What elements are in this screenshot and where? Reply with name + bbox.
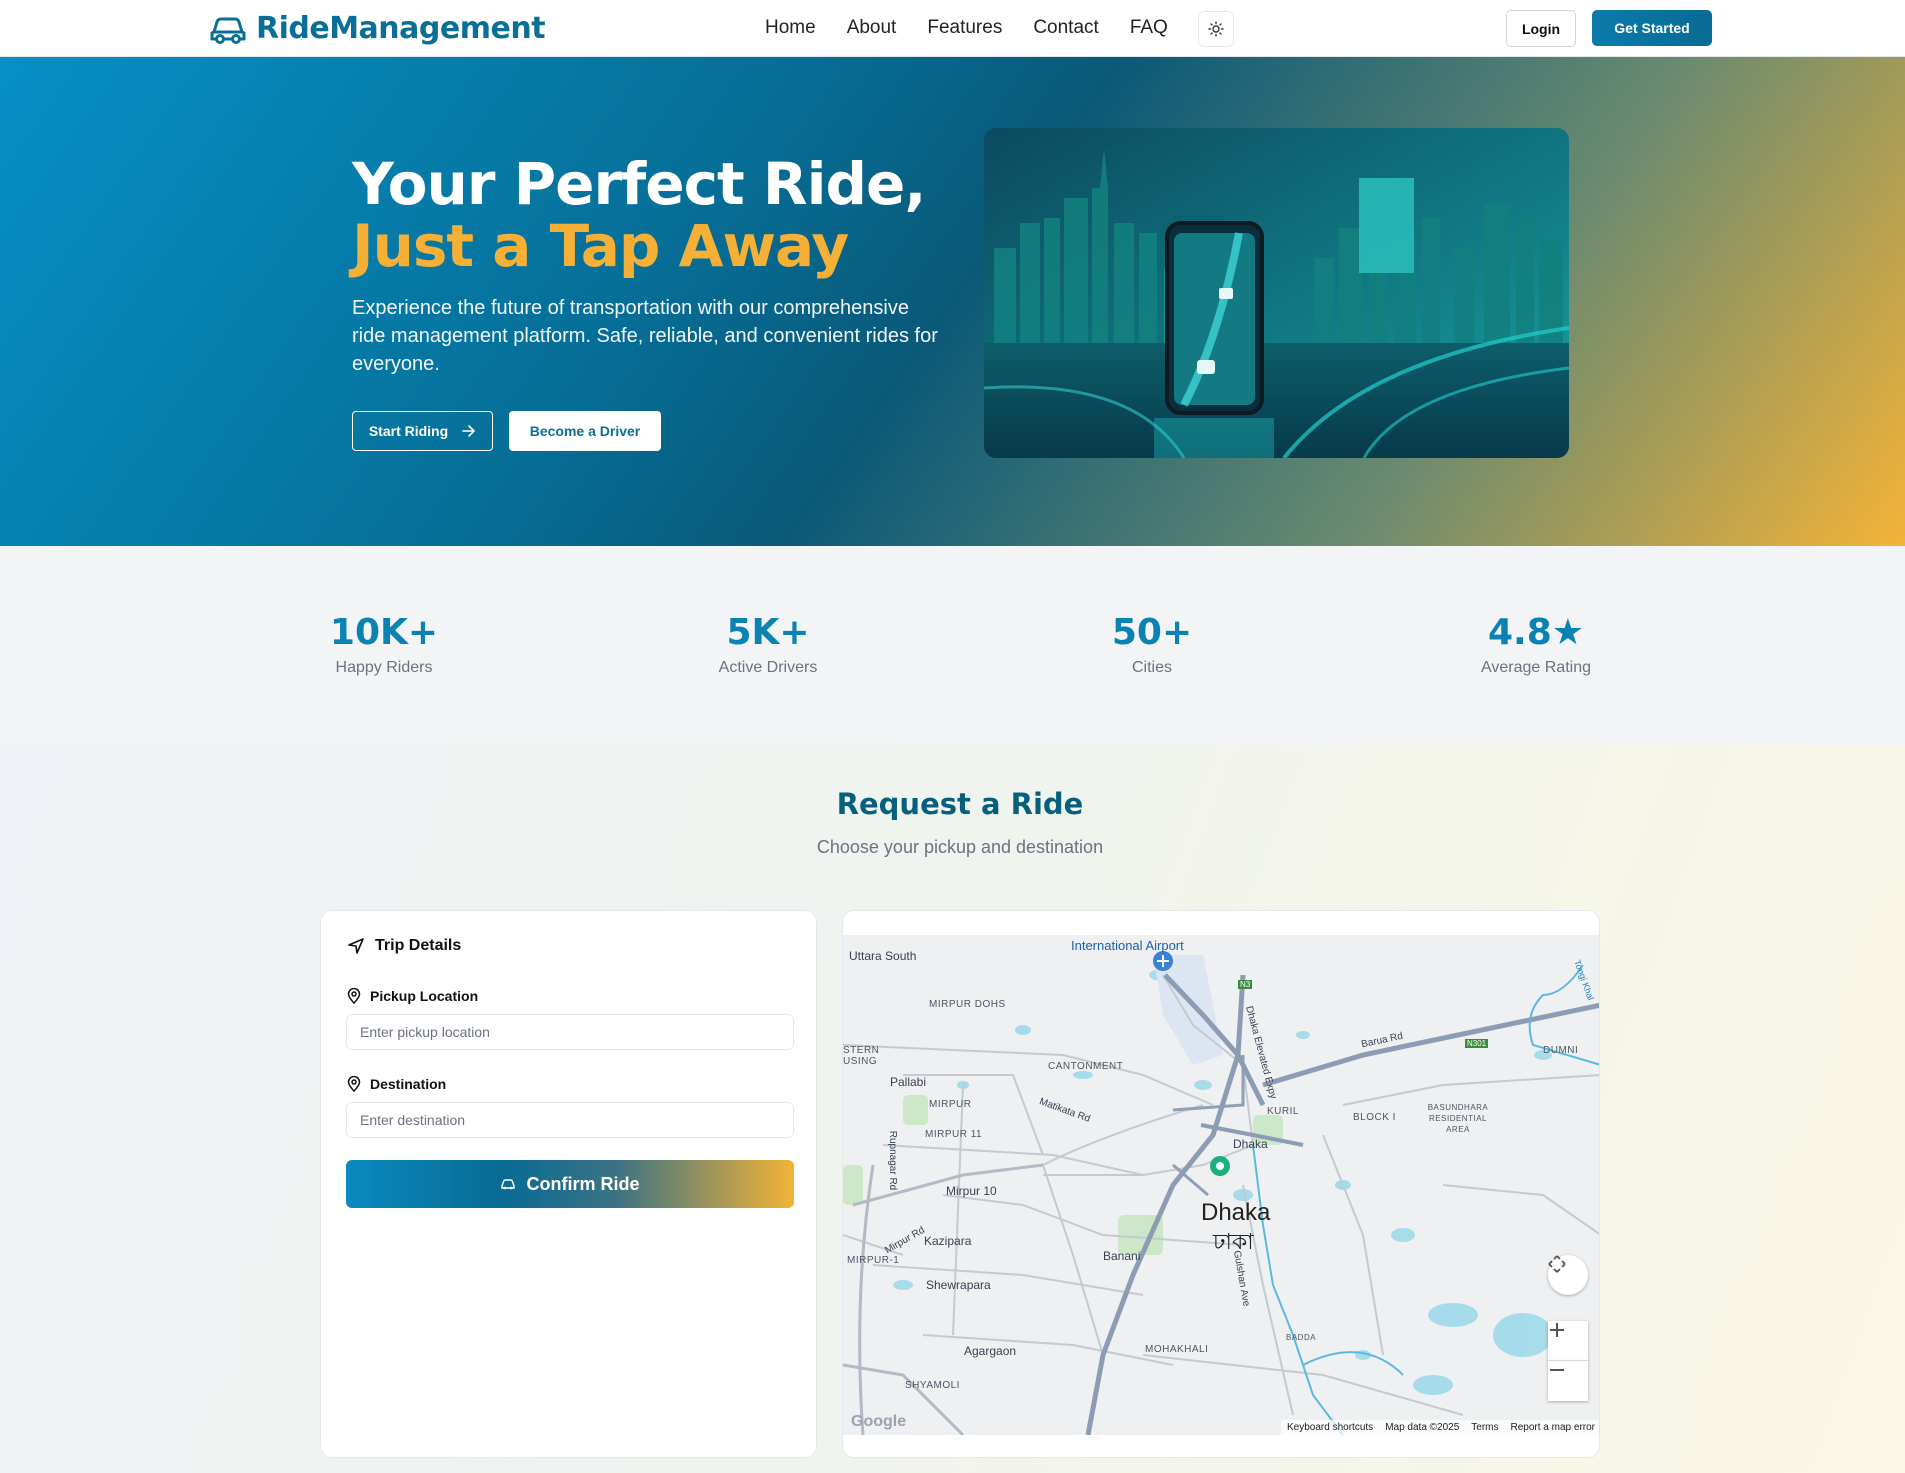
- map-label-mirpur10: Mirpur 10: [946, 1184, 997, 1198]
- stat-riders: 10K+ Happy Riders: [284, 612, 484, 677]
- map-label-dumni: DUMNI: [1543, 1045, 1579, 1056]
- minus-icon: [1550, 1369, 1564, 1371]
- hero-title-line2: Just a Tap Away: [352, 212, 849, 280]
- brand-logo[interactable]: RideManagement: [208, 10, 546, 46]
- map-pin-icon: [347, 1076, 361, 1092]
- map-label-badda: BADDA: [1286, 1333, 1317, 1342]
- brand-name: RideManagement: [256, 10, 546, 46]
- map-label-agargaon: Agargaon: [964, 1344, 1017, 1358]
- trip-details-header: Trip Details: [347, 937, 461, 955]
- stat-label: Cities: [1131, 659, 1172, 676]
- nav-faq[interactable]: FAQ: [1130, 17, 1168, 39]
- map-label-mirpur: MIRPUR: [929, 1099, 972, 1110]
- sun-icon: [1208, 21, 1224, 37]
- map-label-kuril: KURIL: [1267, 1106, 1299, 1117]
- trip-details-card: Trip Details Pickup Location Destination…: [320, 910, 817, 1458]
- nav-features[interactable]: Features: [927, 17, 1002, 39]
- map-label-uttara: Uttara South: [849, 949, 917, 963]
- pickup-label-text: Pickup Location: [370, 988, 479, 1004]
- stat-label: Active Drivers: [718, 659, 818, 676]
- destination-label: Destination: [347, 1076, 446, 1092]
- car-icon: [501, 1179, 516, 1190]
- map-label-shyamoli: SHYAMOLI: [905, 1380, 960, 1391]
- map-label-eastern-housing: STERN USING: [843, 1045, 880, 1067]
- map-label-shewrapara: Shewrapara: [926, 1278, 991, 1292]
- zoom-in-button[interactable]: [1548, 1321, 1588, 1361]
- confirm-ride-label: Confirm Ride: [526, 1173, 640, 1194]
- highway-badge-n3: N3: [1238, 980, 1253, 989]
- start-riding-label: Start Riding: [368, 423, 449, 439]
- request-ride-section: Request a Ride Choose your pickup and de…: [0, 745, 1905, 1473]
- arrow-right-icon: [462, 425, 475, 437]
- stat-cities: 50+ Cities: [1052, 612, 1252, 677]
- theme-toggle-button[interactable]: [1198, 11, 1234, 47]
- nav-home[interactable]: Home: [765, 17, 816, 39]
- map-footer: Keyboard shortcuts Map data ©2025 Terms …: [1281, 1420, 1599, 1435]
- start-riding-button[interactable]: Start Riding: [352, 411, 493, 451]
- map-label-dhaka-small: Dhaka: [1233, 1137, 1268, 1151]
- map-label-mirpur-dohs: MIRPUR DOHS: [929, 999, 1006, 1010]
- become-driver-button[interactable]: Become a Driver: [509, 411, 661, 451]
- google-logo: Google: [851, 1413, 907, 1430]
- stat-value: 10K+: [329, 612, 439, 653]
- fullscreen-icon: [1548, 1255, 1566, 1273]
- trip-details-title: Trip Details: [375, 937, 462, 954]
- map-label-banani: Banani: [1103, 1249, 1141, 1263]
- stat-label: Average Rating: [1481, 659, 1591, 676]
- map-label-dhaka: Dhaka: [1201, 1199, 1271, 1226]
- destination-input[interactable]: [346, 1102, 794, 1138]
- map-label-block-i: BLOCK I: [1353, 1112, 1396, 1123]
- fullscreen-button[interactable]: [1548, 1255, 1588, 1295]
- hero-section: Your Perfect Ride, Just a Tap Away Exper…: [0, 57, 1905, 546]
- zoom-out-button[interactable]: [1548, 1361, 1588, 1401]
- google-map[interactable]: International Airport Uttara South MIRPU…: [843, 935, 1599, 1435]
- map-label-cantonment: CANTONMENT: [1048, 1061, 1124, 1072]
- destination-label-text: Destination: [370, 1076, 447, 1092]
- section-subtitle: Choose your pickup and destination: [816, 837, 1104, 857]
- stat-drivers: 5K+ Active Drivers: [668, 612, 868, 677]
- get-started-button[interactable]: Get Started: [1592, 10, 1712, 46]
- map-pin-icon: [347, 988, 361, 1004]
- map-data-label: Map data ©2025: [1385, 1422, 1460, 1433]
- map-label-pallabi: Pallabi: [890, 1075, 927, 1089]
- map-label-rupnagar: Rupnagar Rd: [887, 1130, 899, 1191]
- navigation-icon: [348, 938, 364, 954]
- map-label-airport: International Airport: [1071, 938, 1184, 953]
- section-title: Request a Ride: [836, 787, 1084, 821]
- stat-value: 5K+: [726, 612, 810, 653]
- car-icon: [210, 17, 246, 44]
- stat-label: Happy Riders: [335, 659, 433, 676]
- confirm-ride-button[interactable]: Confirm Ride: [346, 1160, 794, 1208]
- stat-rating: 4.8★ Average Rating: [1436, 612, 1636, 677]
- nav-contact[interactable]: Contact: [1033, 17, 1098, 39]
- hero-illustration: [984, 128, 1569, 458]
- map-label-basundhara: BASUNDHARA RESIDENTIAL AREA: [1427, 1103, 1489, 1134]
- pickup-label: Pickup Location: [347, 988, 478, 1004]
- login-button[interactable]: Login: [1506, 10, 1576, 47]
- hero-title: Your Perfect Ride, Just a Tap Away: [352, 150, 926, 280]
- plus-icon: [1550, 1323, 1564, 1337]
- pickup-input[interactable]: [346, 1014, 794, 1050]
- nav-about[interactable]: About: [847, 17, 897, 39]
- top-navbar: RideManagement Home About Features Conta…: [0, 0, 1905, 57]
- report-error-link[interactable]: Report a map error: [1511, 1422, 1595, 1433]
- map-label-mirpur11: MIRPUR 11: [925, 1129, 983, 1140]
- highway-badge-n301: N301: [1465, 1039, 1489, 1048]
- map-label-mirpur1: MIRPUR-1: [847, 1255, 900, 1266]
- hero-title-line1: Your Perfect Ride,: [352, 150, 926, 218]
- map-card: International Airport Uttara South MIRPU…: [842, 910, 1600, 1458]
- hero-subtitle: Experience the future of transportation …: [352, 297, 938, 375]
- stat-value: 4.8★: [1487, 612, 1585, 653]
- map-label-kazipara: Kazipara: [924, 1234, 972, 1248]
- main-menu: Home About Features Contact FAQ: [765, 17, 1199, 39]
- keyboard-shortcuts-link[interactable]: Keyboard shortcuts: [1287, 1422, 1373, 1433]
- stats-section: 10K+ Happy Riders 5K+ Active Drivers 50+…: [0, 546, 1905, 745]
- terms-link[interactable]: Terms: [1471, 1422, 1498, 1433]
- stat-value: 50+: [1111, 612, 1193, 653]
- map-label-mohakhali: MOHAKHALI: [1145, 1344, 1209, 1355]
